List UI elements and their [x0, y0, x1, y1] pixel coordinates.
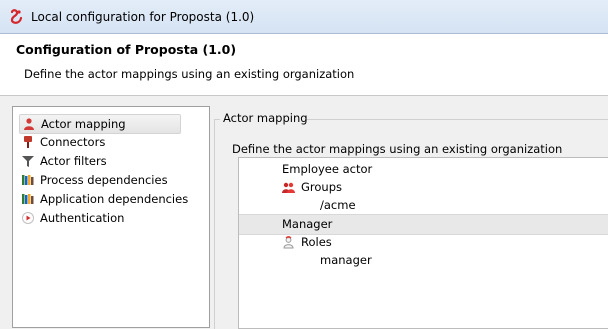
- dialog-header: Configuration of Proposta (1.0) Define t…: [0, 34, 608, 96]
- filter-icon: [22, 156, 34, 167]
- tree-row-label: manager: [320, 253, 372, 267]
- sidebar-item-authentication[interactable]: Authentication: [19, 209, 189, 227]
- actor-mapping-tree: Employee actor Groups /acme Manager Role…: [238, 157, 608, 329]
- connector-icon: [24, 136, 32, 148]
- tree-row-manager[interactable]: Manager: [239, 214, 608, 235]
- authentication-icon: [22, 212, 34, 224]
- sidebar-item-label: Process dependencies: [40, 173, 168, 187]
- roles-icon: [283, 236, 294, 249]
- page-title: Configuration of Proposta (1.0): [16, 42, 237, 57]
- dependencies-icon: [22, 194, 34, 204]
- dependencies-icon: [22, 175, 34, 185]
- bonita-logo-icon: [10, 9, 23, 24]
- tree-row-acme[interactable]: /acme: [239, 196, 608, 215]
- groups-icon: [282, 182, 295, 193]
- tree-row-label: Groups: [301, 180, 343, 194]
- sidebar-item-label: Actor mapping: [41, 117, 126, 131]
- tree-row-label: Manager: [282, 217, 333, 231]
- group-border: [305, 119, 608, 120]
- sidebar-item-label: Authentication: [40, 211, 125, 225]
- window-title: Local configuration for Proposta (1.0): [31, 10, 255, 24]
- actor-mapping-description: Define the actor mappings using an exist…: [232, 142, 563, 156]
- tree-row-label: Roles: [301, 235, 332, 249]
- sidebar-item-actor-mapping[interactable]: Actor mapping: [19, 114, 181, 134]
- tree-row-employee-actor[interactable]: Employee actor: [239, 160, 608, 179]
- sidebar: Actor mapping Connectors Actor filters P…: [12, 106, 210, 328]
- sidebar-item-label: Actor filters: [40, 154, 107, 168]
- window-title-bar: Local configuration for Proposta (1.0): [0, 0, 608, 34]
- sidebar-item-connectors[interactable]: Connectors: [19, 133, 189, 151]
- tree-row-label: Employee actor: [282, 162, 373, 176]
- page-subtitle: Define the actor mappings using an exist…: [24, 67, 355, 81]
- sidebar-item-label: Application dependencies: [40, 192, 189, 206]
- sidebar-item-process-dependencies[interactable]: Process dependencies: [19, 171, 189, 189]
- tree-row-groups[interactable]: Groups: [239, 178, 608, 197]
- tree-row-manager-role[interactable]: manager: [239, 251, 608, 270]
- sidebar-item-application-dependencies[interactable]: Application dependencies: [19, 190, 189, 208]
- tree-row-roles[interactable]: Roles: [239, 233, 608, 252]
- sidebar-item-actor-filters[interactable]: Actor filters: [19, 152, 189, 170]
- group-border: [214, 119, 215, 329]
- group-title: Actor mapping: [223, 111, 308, 125]
- tree-row-label: /acme: [320, 198, 356, 212]
- sidebar-item-label: Connectors: [40, 135, 106, 149]
- actor-icon: [24, 118, 34, 130]
